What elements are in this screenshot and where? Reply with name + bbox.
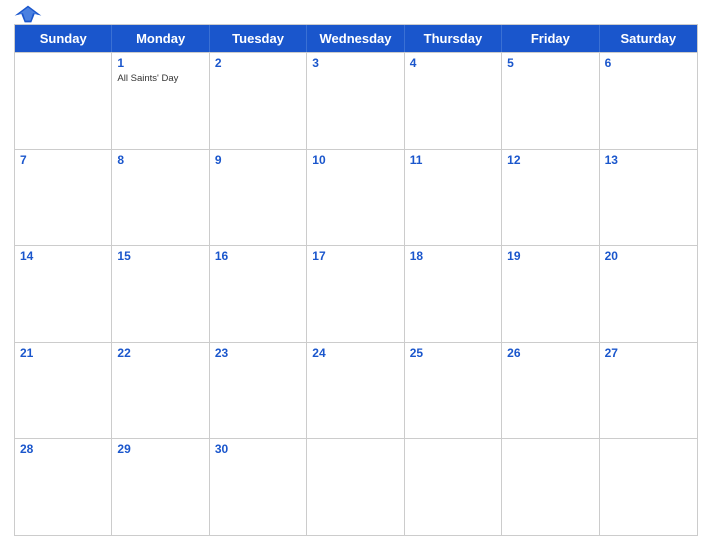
calendar-day-cell: 19	[502, 246, 599, 342]
day-number: 16	[215, 249, 301, 265]
day-number: 9	[215, 153, 301, 169]
days-of-week-header: SundayMondayTuesdayWednesdayThursdayFrid…	[15, 25, 697, 52]
calendar-day-cell: 3	[307, 53, 404, 149]
day-number: 24	[312, 346, 398, 362]
day-number: 23	[215, 346, 301, 362]
calendar-day-cell: 23	[210, 343, 307, 439]
calendar-day-cell: 20	[600, 246, 697, 342]
day-number: 14	[20, 249, 106, 265]
calendar-day-cell: 4	[405, 53, 502, 149]
calendar-day-cell	[15, 53, 112, 149]
day-number: 21	[20, 346, 106, 362]
day-number: 19	[507, 249, 593, 265]
calendar-day-cell: 26	[502, 343, 599, 439]
calendar-day-cell	[307, 439, 404, 535]
day-number: 12	[507, 153, 593, 169]
calendar-day-cell: 2	[210, 53, 307, 149]
calendar-grid: SundayMondayTuesdayWednesdayThursdayFrid…	[14, 24, 698, 536]
week-row-5: 28 29 30	[15, 438, 697, 535]
day-number: 6	[605, 56, 692, 72]
calendar-page: SundayMondayTuesdayWednesdayThursdayFrid…	[0, 0, 712, 550]
calendar-day-cell: 11	[405, 150, 502, 246]
day-number: 2	[215, 56, 301, 72]
day-header-saturday: Saturday	[600, 25, 697, 52]
day-header-tuesday: Tuesday	[210, 25, 307, 52]
week-row-3: 14 15 16 17 18 19 20	[15, 245, 697, 342]
calendar-day-cell: 24	[307, 343, 404, 439]
day-number: 8	[117, 153, 203, 169]
day-number: 1	[117, 56, 203, 72]
day-number: 25	[410, 346, 496, 362]
calendar-day-cell: 15	[112, 246, 209, 342]
calendar-day-cell	[600, 439, 697, 535]
day-number: 29	[117, 442, 203, 458]
day-number: 17	[312, 249, 398, 265]
day-header-friday: Friday	[502, 25, 599, 52]
week-row-2: 789 10 11 12 13	[15, 149, 697, 246]
day-number: 28	[20, 442, 106, 458]
calendar-day-cell: 10	[307, 150, 404, 246]
day-header-sunday: Sunday	[15, 25, 112, 52]
day-number: 30	[215, 442, 301, 458]
day-number: 3	[312, 56, 398, 72]
calendar-day-cell: 1All Saints' Day	[112, 53, 209, 149]
day-number: 10	[312, 153, 398, 169]
day-event: All Saints' Day	[117, 73, 203, 85]
calendar-day-cell: 5	[502, 53, 599, 149]
calendar-day-cell: 27	[600, 343, 697, 439]
calendar-day-cell: 30	[210, 439, 307, 535]
calendar-day-cell: 21	[15, 343, 112, 439]
calendar-day-cell	[405, 439, 502, 535]
logo	[14, 4, 46, 24]
day-number: 7	[20, 153, 106, 169]
calendar-day-cell: 14	[15, 246, 112, 342]
day-number: 20	[605, 249, 692, 265]
calendar-day-cell: 25	[405, 343, 502, 439]
calendar-day-cell: 18	[405, 246, 502, 342]
day-header-wednesday: Wednesday	[307, 25, 404, 52]
calendar-day-cell	[502, 439, 599, 535]
day-number: 5	[507, 56, 593, 72]
calendar-day-cell: 29	[112, 439, 209, 535]
day-number: 26	[507, 346, 593, 362]
day-number: 27	[605, 346, 692, 362]
calendar-day-cell: 22	[112, 343, 209, 439]
page-header	[14, 10, 698, 18]
calendar-day-cell: 16	[210, 246, 307, 342]
calendar-day-cell: 9	[210, 150, 307, 246]
week-row-1: 1All Saints' Day 23456	[15, 52, 697, 149]
day-header-thursday: Thursday	[405, 25, 502, 52]
day-number: 11	[410, 153, 496, 169]
calendar-day-cell: 7	[15, 150, 112, 246]
logo-icon	[14, 4, 42, 24]
day-number: 13	[605, 153, 692, 169]
calendar-day-cell: 17	[307, 246, 404, 342]
week-row-4: 21 22 23 24 25 26 27	[15, 342, 697, 439]
day-number: 18	[410, 249, 496, 265]
calendar-day-cell: 8	[112, 150, 209, 246]
day-number: 22	[117, 346, 203, 362]
day-number: 15	[117, 249, 203, 265]
calendar-body: 1All Saints' Day234567891011121314151617…	[15, 52, 697, 535]
calendar-day-cell: 13	[600, 150, 697, 246]
calendar-day-cell: 28	[15, 439, 112, 535]
day-header-monday: Monday	[112, 25, 209, 52]
calendar-day-cell: 12	[502, 150, 599, 246]
day-number: 4	[410, 56, 496, 72]
calendar-day-cell: 6	[600, 53, 697, 149]
